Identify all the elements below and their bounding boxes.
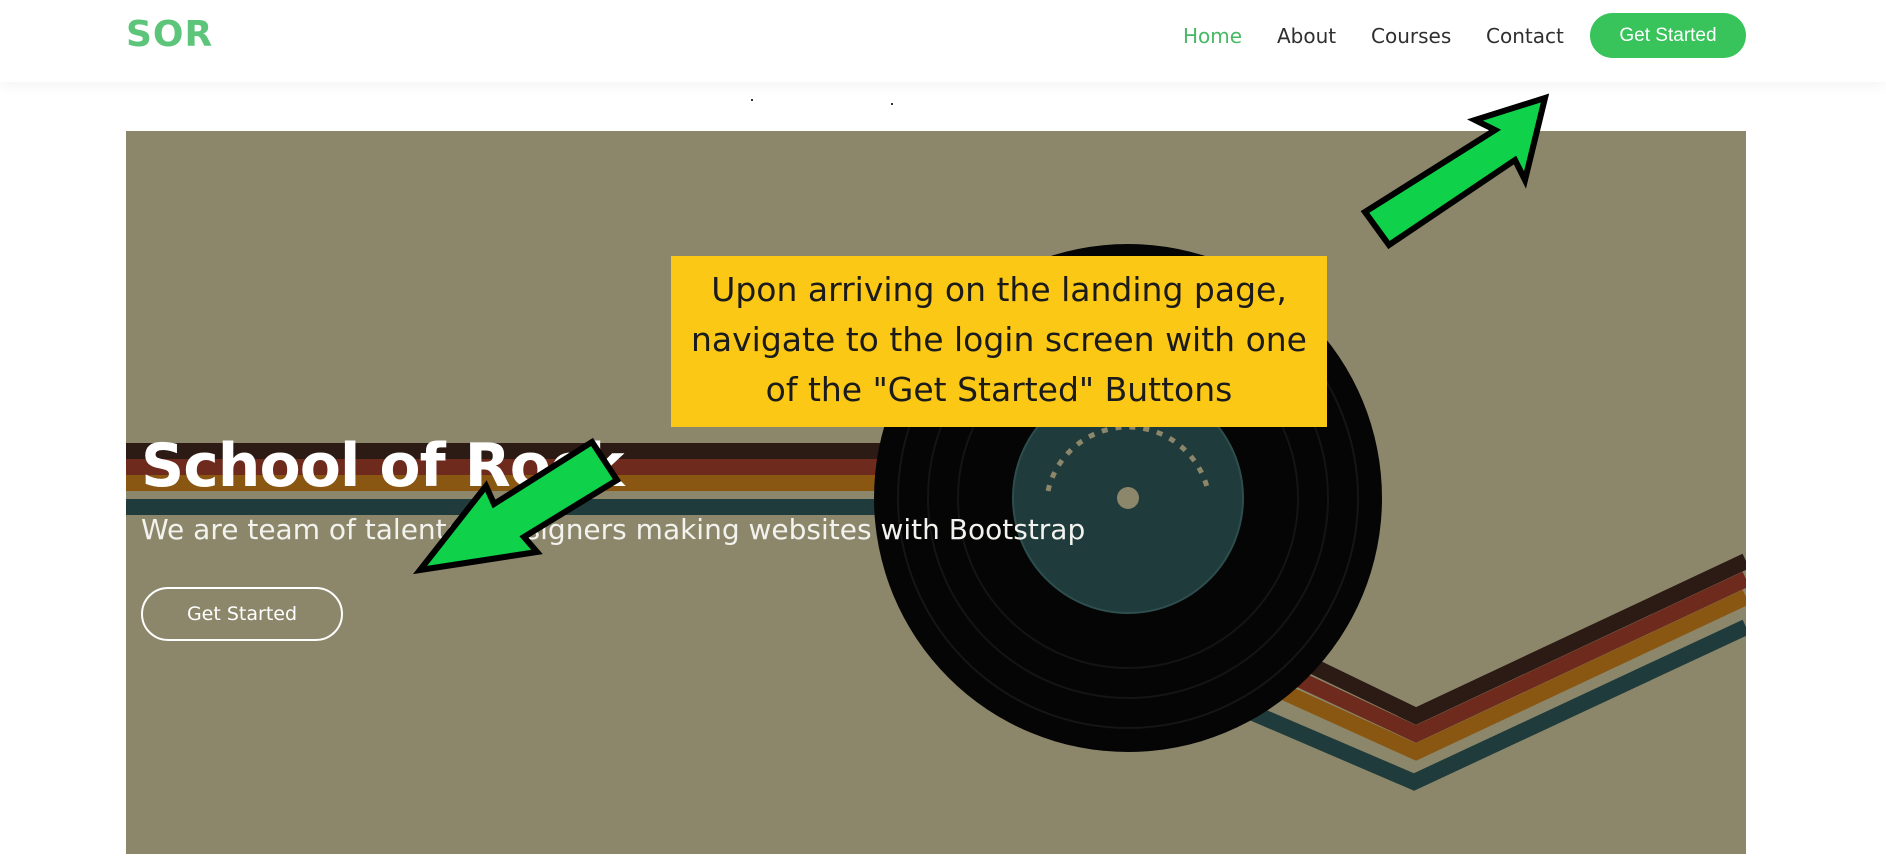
arrow-up-right-icon — [1360, 93, 1550, 250]
hero-get-started-button[interactable]: Get Started — [141, 587, 343, 641]
instruction-callout: Upon arriving on the landing page, navig… — [671, 256, 1327, 427]
nav-link-home[interactable]: Home — [1183, 24, 1242, 48]
nav-link-about[interactable]: About — [1277, 24, 1336, 48]
site-header: SOR Home About Courses Contact Get Start… — [0, 0, 1886, 82]
nav-link-courses[interactable]: Courses — [1371, 24, 1451, 48]
arrow-down-left-icon — [412, 437, 622, 575]
header-get-started-button[interactable]: Get Started — [1590, 13, 1746, 58]
stray-dot — [751, 99, 753, 101]
stray-dot — [891, 103, 893, 105]
nav-link-contact[interactable]: Contact — [1486, 24, 1564, 48]
site-logo[interactable]: SOR — [126, 14, 213, 55]
